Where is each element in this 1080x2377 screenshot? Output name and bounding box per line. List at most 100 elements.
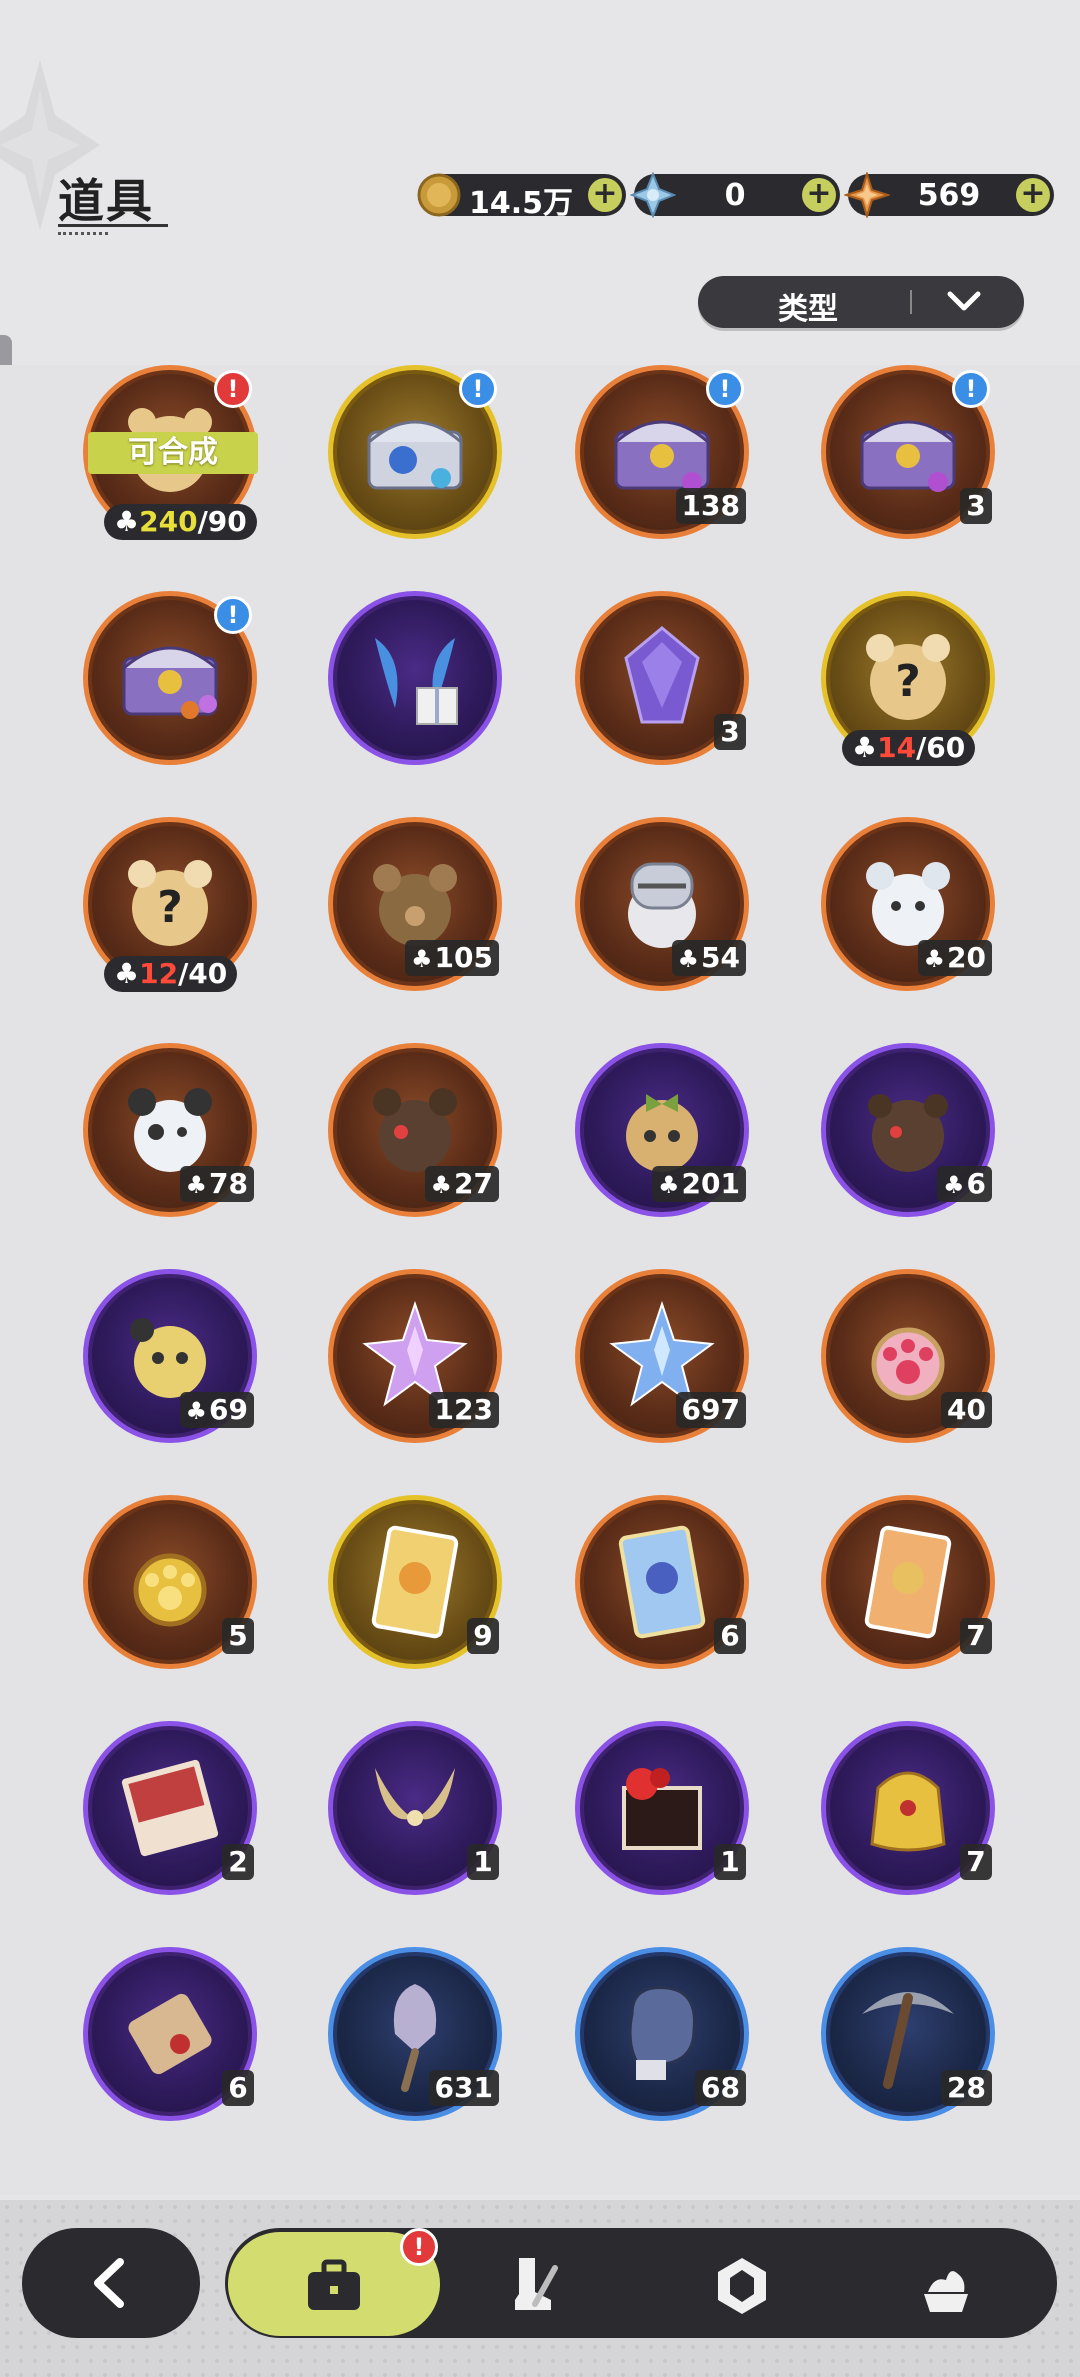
add-gold-button[interactable]: + (588, 178, 622, 212)
gold-card-icon (371, 1525, 459, 1639)
puzzle-piece-icon: ♣ (677, 945, 700, 973)
item-count: ♣6 (937, 1166, 992, 1202)
red-envelope-icon (121, 1759, 219, 1857)
item-slot-boxing-glove[interactable]: 68 (575, 1947, 749, 2121)
puzzle-piece-icon: ♣ (185, 1171, 208, 1199)
item-slot-bear-knight[interactable]: ♣54 (575, 817, 749, 991)
item-slot-wings-gift[interactable] (328, 591, 502, 765)
item-slot-mystery-bear[interactable]: ? ♣12/40 (83, 817, 257, 992)
item-slot-blue-card[interactable]: 6 (575, 1495, 749, 1669)
item-count: 5 (222, 1618, 254, 1654)
item-count: 40 (941, 1392, 992, 1428)
blue-card-icon (618, 1525, 706, 1639)
svg-text:?: ? (895, 656, 921, 707)
alert-badge: ! (952, 370, 990, 408)
item-count-value: 2 (228, 1845, 248, 1878)
fragment-owned: 240 (139, 505, 198, 538)
cream-pot-icon[interactable] (914, 2254, 978, 2318)
item-slot-bear-dark[interactable]: ♣27 (328, 1043, 502, 1217)
item-count-value: 69 (209, 1393, 248, 1426)
puzzle-piece-icon: ♣ (411, 945, 433, 973)
gold-value: 14.5万 (468, 186, 574, 221)
item-slot-golden-bell[interactable]: 7 (821, 1721, 995, 1895)
item-count-value: 697 (681, 1393, 740, 1426)
item-count-value: 28 (947, 2071, 986, 2104)
golden-horns-icon (375, 1768, 455, 1826)
item-slot-shovel[interactable]: 631 (328, 1947, 502, 2121)
item-count-value: 27 (454, 1167, 493, 1200)
gold-coin-icon (417, 173, 461, 217)
chevron-down-icon (947, 291, 981, 311)
item-slot-red-envelope[interactable]: 2 (83, 1721, 257, 1895)
item-slot-bear-yellow[interactable]: ♣69 (83, 1269, 257, 1443)
item-slot-bear-white-spotted[interactable]: ♣78 (83, 1043, 257, 1217)
item-count: 631 (428, 2070, 499, 2106)
flower-gift-icon (622, 1768, 702, 1850)
item-slot-pickaxe[interactable]: 28 (821, 1947, 995, 2121)
item-count: 1 (714, 1844, 746, 1880)
item-count: 28 (941, 2070, 992, 2106)
item-slot-bear-bow[interactable]: ♣201 (575, 1043, 749, 1217)
item-slot-chest-blue-gems[interactable]: ! (328, 365, 502, 539)
puzzle-piece-icon: ♣ (658, 1171, 680, 1199)
item-slot-scroll[interactable]: 6 (83, 1947, 257, 2121)
item-count: 7 (960, 1844, 992, 1880)
item-count: ♣27 (424, 1166, 499, 1202)
wings-gift-icon (375, 638, 458, 725)
alert-badge: ! (214, 370, 252, 408)
title-underline (58, 224, 168, 231)
item-slot-chest-purple-gems[interactable]: 138! (575, 365, 749, 539)
gold-paw-charm-icon (133, 1553, 207, 1627)
item-slot-bear-dark-small[interactable]: ♣6 (821, 1043, 995, 1217)
item-count: 68 (695, 2070, 746, 2106)
item-slot-pink-paw-charm[interactable]: 40 (821, 1269, 995, 1443)
puzzle-piece-icon: ♣ (923, 945, 946, 973)
bag-icon (308, 2259, 360, 2310)
type-filter-dropdown[interactable]: 类型 (698, 276, 1024, 328)
chest-purple-orbs-icon (122, 646, 218, 719)
item-slot-pink-star-crystal[interactable]: 123 (328, 1269, 502, 1443)
item-count-value: 68 (701, 2071, 740, 2104)
item-slot-blue-star-crystal[interactable]: 697 (575, 1269, 749, 1443)
fragment-required: /40 (178, 957, 228, 990)
chest-blue-gems-icon (367, 420, 463, 490)
svg-text:?: ? (157, 882, 183, 933)
synthesizable-label: 可合成 (88, 432, 258, 474)
item-slot-orange-card[interactable]: 7 (821, 1495, 995, 1669)
dropdown-separator (910, 290, 912, 314)
item-slot-gold-paw-charm[interactable]: 5 (83, 1495, 257, 1669)
item-count: 697 (675, 1392, 746, 1428)
item-slot-bear-puzzle[interactable]: 可合成 ♣240/90! (83, 365, 258, 540)
alert-badge: ! (214, 596, 252, 634)
boot-sword-icon[interactable] (505, 2254, 569, 2318)
page-title: 道具 (58, 174, 154, 228)
add-crystal-button[interactable]: + (802, 178, 836, 212)
add-star-gem-button[interactable]: + (1016, 178, 1050, 212)
item-slot-mystery-bear[interactable]: ? ♣14/60 (821, 591, 995, 766)
item-count: ♣105 (405, 940, 499, 976)
item-slot-flower-gift[interactable]: 1 (575, 1721, 749, 1895)
item-count-value: 78 (209, 1167, 248, 1200)
item-slot-golden-horns[interactable]: 1 (328, 1721, 502, 1895)
hexagon-gem-icon[interactable] (710, 2254, 774, 2318)
item-count: ♣201 (652, 1166, 746, 1202)
item-slot-bear-brown[interactable]: ♣105 (328, 817, 502, 991)
title-dots (58, 232, 108, 237)
item-count-value: 105 (434, 941, 493, 974)
puzzle-piece-icon: ♣ (943, 1171, 965, 1199)
back-button[interactable] (22, 2228, 200, 2338)
item-count-value: 40 (947, 1393, 986, 1426)
crystal-value: 0 (724, 178, 746, 213)
item-slot-gold-card[interactable]: 9 (328, 1495, 502, 1669)
item-count: 138 (675, 488, 746, 524)
item-slot-chest-purple-orbs[interactable]: ! (83, 591, 257, 765)
golden-bell-icon (870, 1771, 946, 1852)
item-count: 3 (960, 488, 992, 524)
item-count-value: 1 (720, 1845, 740, 1878)
item-slot-chest-purple-gems[interactable]: 3! (821, 365, 995, 539)
item-count: 123 (428, 1392, 499, 1428)
fragment-progress: ♣12/40 (104, 956, 238, 992)
item-slot-purple-crystal[interactable]: 3 (575, 591, 749, 765)
item-count-value: 20 (947, 941, 986, 974)
item-slot-bear-white[interactable]: ♣20 (821, 817, 995, 991)
